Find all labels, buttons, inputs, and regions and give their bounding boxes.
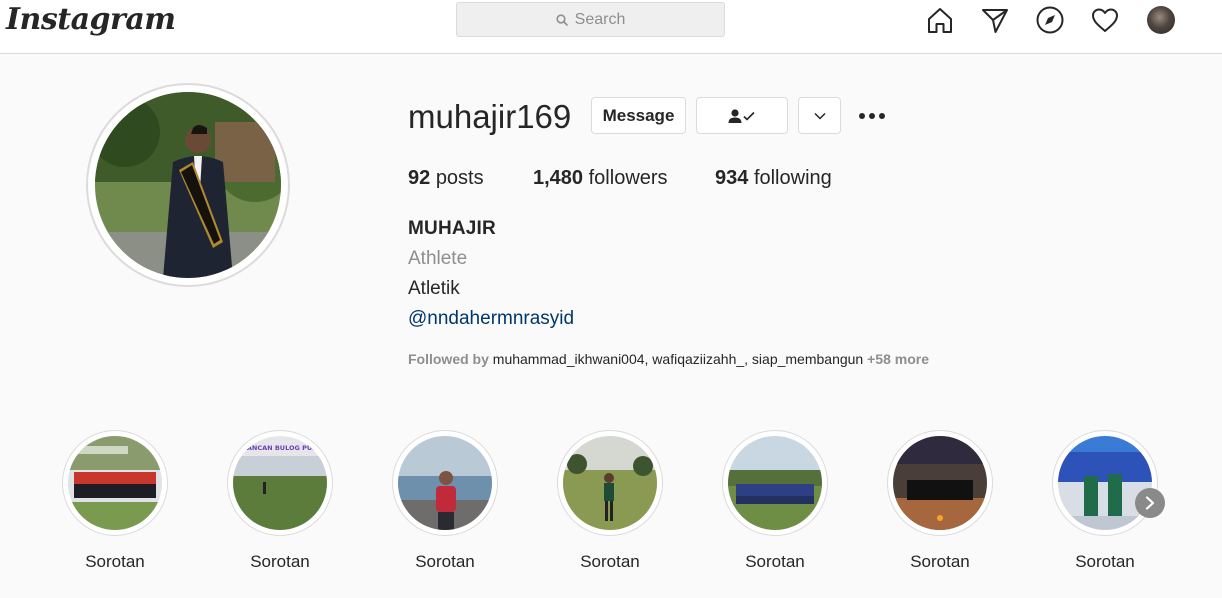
highlight-cover-ring[interactable]: [722, 430, 828, 536]
story-highlight[interactable]: Sorotan: [1052, 430, 1158, 571]
story-highlight[interactable]: Sorotan: [887, 430, 993, 571]
highlight-cover-image: [398, 436, 492, 530]
suggested-dropdown-button[interactable]: [798, 97, 841, 134]
search-icon: [556, 13, 568, 26]
highlight-cover-image: [1058, 436, 1152, 530]
profile-picture: [95, 92, 281, 278]
posts-label: posts: [435, 167, 484, 189]
home-icon[interactable]: [924, 4, 956, 36]
bio-text: Atletik: [408, 278, 460, 299]
followers-stat[interactable]: 1,480 followers: [533, 167, 668, 190]
bio-category: Athlete: [408, 248, 468, 269]
followed-by-names: muhammad_ikhwani004, wafiqaziizahh_, sia…: [492, 351, 864, 367]
profile-picture-ring[interactable]: [86, 83, 290, 287]
story-highlight[interactable]: LAPANCAN BULOG PUNTE Sorotan: [227, 430, 333, 571]
activity-heart-icon[interactable]: [1089, 4, 1121, 36]
highlight-label: Sorotan: [415, 552, 475, 571]
highlight-cover-image: [563, 436, 657, 530]
following-check-icon: [728, 108, 755, 123]
highlight-cover-image: [893, 436, 987, 530]
story-highlight[interactable]: Sorotan: [62, 430, 168, 571]
top-navigation-bar: Instagram Search: [0, 0, 1222, 54]
story-highlight[interactable]: Sorotan: [557, 430, 663, 571]
following-stat[interactable]: 934 following: [715, 167, 832, 190]
bio-mention-link[interactable]: @nndahermnrasyid: [408, 308, 574, 330]
instagram-logo[interactable]: Instagram: [6, 2, 176, 37]
highlight-cover-ring[interactable]: [1052, 430, 1158, 536]
story-highlight[interactable]: Sorotan: [722, 430, 828, 571]
highlight-label: Sorotan: [1075, 552, 1135, 571]
posts-count: 92: [408, 167, 431, 189]
profile-avatar-icon[interactable]: [1145, 4, 1177, 36]
highlight-label: Sorotan: [910, 552, 970, 571]
dot: [879, 113, 885, 119]
highlight-cover-image: [68, 436, 162, 530]
followed-by-prefix: Followed by: [408, 351, 489, 367]
story-highlight[interactable]: Sorotan: [392, 430, 498, 571]
highlight-label: Sorotan: [250, 552, 310, 571]
highlight-label: Sorotan: [580, 552, 640, 571]
highlight-cover-image: LAPANCAN BULOG PUNTE: [233, 436, 327, 530]
highlights-next-button[interactable]: [1135, 488, 1165, 518]
highlight-cover-ring[interactable]: [62, 430, 168, 536]
bio-full-name: MUHAJIR: [408, 218, 496, 239]
followers-label: followers: [588, 167, 668, 189]
profile-username: muhajir169: [408, 98, 572, 135]
following-count: 934: [715, 167, 749, 189]
search-input[interactable]: Search: [456, 2, 725, 37]
highlight-banner-text: LAPANCAN BULOG PUNTE: [234, 444, 327, 452]
direct-message-icon[interactable]: [979, 4, 1011, 36]
dot: [869, 113, 875, 119]
highlight-cover-ring[interactable]: LAPANCAN BULOG PUNTE: [227, 430, 333, 536]
highlight-label: Sorotan: [85, 552, 145, 571]
followed-by-more: +58 more: [867, 351, 929, 367]
following-label: following: [753, 167, 832, 189]
dot: [859, 113, 865, 119]
message-button[interactable]: Message: [591, 97, 686, 134]
explore-compass-icon[interactable]: [1034, 4, 1066, 36]
highlight-cover-ring[interactable]: [392, 430, 498, 536]
highlight-label: Sorotan: [745, 552, 805, 571]
posts-stat: 92 posts: [408, 167, 484, 190]
chevron-down-icon: [813, 112, 826, 120]
chevron-right-icon: [1145, 496, 1155, 510]
highlight-cover-image: [728, 436, 822, 530]
highlight-cover-ring[interactable]: [557, 430, 663, 536]
highlight-cover-ring[interactable]: [887, 430, 993, 536]
avatar: [1147, 6, 1175, 34]
search-placeholder: Search: [574, 10, 626, 28]
following-button[interactable]: [696, 97, 788, 134]
followers-count: 1,480: [533, 167, 584, 189]
followed-by-summary[interactable]: Followed by muhammad_ikhwani004, wafiqaz…: [408, 351, 929, 367]
more-options-icon[interactable]: [856, 104, 888, 128]
